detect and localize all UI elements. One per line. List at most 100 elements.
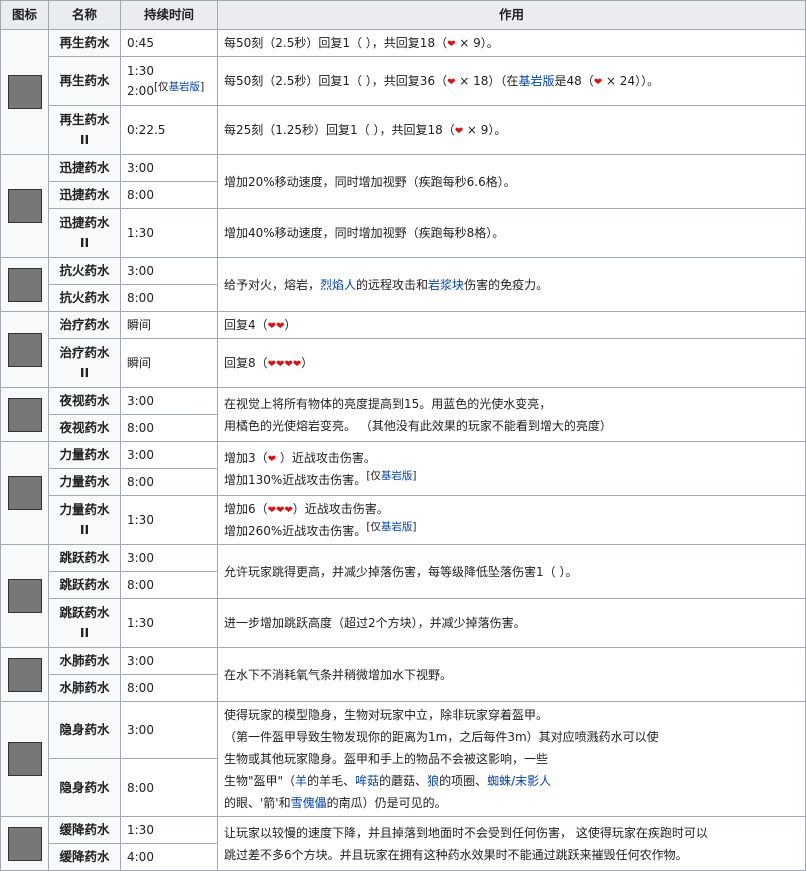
mooshroom-link[interactable]: 哞菇 [355, 774, 379, 788]
leap-effect-2: 进一步增加跳跃高度（超过2个方块），并减少掉落伤害。 [217, 598, 806, 648]
heal-name-2: 治疗药水II [48, 338, 121, 388]
healing-potion-icon [7, 332, 42, 367]
regen-duration-2: 1:30 2:00[仅基岩版] [120, 56, 218, 106]
heart-icon: ❤ [454, 126, 464, 137]
strength-name-2: 力量药水 [48, 468, 121, 496]
heal-duration-2: 瞬间 [120, 338, 218, 388]
invis-duration-1: 3:00 [120, 701, 218, 759]
swiftness-potion-icon [7, 189, 42, 223]
fire-duration-2: 8:00 [120, 284, 218, 312]
strength-potion-icon [7, 476, 42, 510]
heal-effect-1: 回复4（❤❤） [217, 311, 806, 339]
spider-enderman-link[interactable]: 蜘蛛/末影人 [487, 774, 551, 788]
swift-name-3: 迅捷药水II [48, 208, 121, 258]
magma-block-link[interactable]: 岩浆块 [428, 278, 464, 292]
swift-name-2: 迅捷药水 [48, 181, 121, 209]
strength-effect-1: 增加3（❤ ）近战攻击伤害。 增加130%近战攻击伤害。[仅基岩版] [217, 441, 806, 496]
invis-name-2: 隐身药水 [48, 758, 121, 817]
header-effect: 作用 [217, 0, 806, 30]
bedrock-only-tag: [仅基岩版] [366, 469, 417, 482]
invisibility-potion-icon [7, 742, 42, 776]
water-duration-2: 8:00 [120, 674, 218, 702]
leap-duration-2: 8:00 [120, 571, 218, 599]
regen-effect-3: 每25刻（1.25秒）回复1（ ），共回复18（❤ × 9）。 [217, 105, 806, 155]
slow-name-1: 缓降药水 [48, 816, 121, 844]
swift-name-1: 迅捷药水 [48, 154, 121, 182]
leap-effect-1: 允许玩家跳得更高，并减少掉落伤害，每等级降低坠落伤害1（ ）。 [217, 544, 806, 599]
fire-effect: 给予对火，熔岩，烈焰人的远程攻击和岩浆块伤害的免疫力。 [217, 257, 806, 312]
bedrock-edition-link[interactable]: 基岩版 [518, 74, 554, 88]
header-icon: 图标 [0, 0, 49, 30]
slow-falling-potion-icon [7, 826, 42, 861]
leap-name-2: 跳跃药水 [48, 571, 121, 599]
leap-duration-1: 3:00 [120, 544, 218, 572]
night-vision-icon-cell [0, 387, 49, 442]
leaping-potion-icon [7, 579, 42, 613]
swift-duration-1: 3:00 [120, 154, 218, 182]
strength-name-3: 力量药水II [48, 495, 121, 545]
heart-icon: ❤ [593, 77, 603, 88]
blaze-link[interactable]: 烈焰人 [320, 278, 356, 292]
night-name-1: 夜视药水 [48, 387, 121, 415]
slow-duration-1: 1:30 [120, 816, 218, 844]
strength-duration-1: 3:00 [120, 441, 218, 469]
regen-effect-2: 每50刻（2.5秒）回复1（ ），共回复36（❤ × 18）（在基岩版是48（❤… [217, 56, 806, 106]
night-duration-2: 8:00 [120, 414, 218, 442]
slow-name-2: 缓降药水 [48, 843, 121, 871]
swift-effect-1: 增加20%移动速度，同时增加视野（疾跑每秒6.6格）。 [217, 154, 806, 209]
leaping-icon-cell [0, 544, 49, 648]
leap-name-1: 跳跃药水 [48, 544, 121, 572]
water-duration-1: 3:00 [120, 647, 218, 675]
water-name-2: 水肺药水 [48, 674, 121, 702]
bedrock-only-tag: [仅基岩版] [153, 81, 205, 93]
water-effect: 在水下不消耗氧气条并稍微增加水下视野。 [217, 647, 806, 702]
slow-falling-icon-cell [0, 816, 49, 871]
strength-effect-2: 增加6（❤❤❤）近战攻击伤害。 增加260%近战攻击伤害。[仅基岩版] [217, 495, 806, 545]
snow-golem-link[interactable]: 雪傀儡 [291, 796, 327, 810]
heart-icon: ❤ [267, 453, 277, 465]
leap-name-3: 跳跃药水II [48, 598, 121, 648]
bedrock-only-tag: [仅基岩版] [366, 521, 417, 533]
slow-effect: 让玩家以较慢的速度下降，并且掉落到地面时不会受到任何伤害， 这使得玩家在疾跑时可… [217, 816, 806, 871]
strength-name-1: 力量药水 [48, 441, 121, 469]
hearts-icon: ❤❤❤ [267, 505, 293, 516]
night-effect: 在视觉上将所有物体的亮度提高到15。用蓝色的光使水变亮， 用橘色的光使熔岩变亮。 … [217, 387, 806, 442]
bedrock-edition-link[interactable]: 基岩版 [381, 521, 413, 533]
wolf-link[interactable]: 狼 [427, 774, 439, 788]
regen-duration-3: 0:22.5 [120, 105, 218, 155]
potion-table: 图标 名称 持续时间 作用 再生药水 0:45 每50刻（2.5秒）回复1（ ）… [0, 0, 806, 871]
header-name: 名称 [48, 0, 121, 30]
night-duration-1: 3:00 [120, 387, 218, 415]
fire-resistance-potion-icon [7, 267, 42, 302]
regen-name-3: 再生药水II [48, 105, 121, 155]
water-breathing-icon-cell [0, 647, 49, 702]
hearts-icon: ❤❤❤❤ [267, 359, 302, 370]
swift-duration-3: 1:30 [120, 208, 218, 258]
regeneration-potion-icon [7, 75, 42, 109]
hearts-icon: ❤❤ [267, 321, 285, 332]
swiftness-icon-cell [0, 154, 49, 258]
healing-icon-cell [0, 311, 49, 388]
bedrock-edition-link[interactable]: 基岩版 [169, 81, 201, 93]
slow-duration-2: 4:00 [120, 843, 218, 871]
night-vision-potion-icon [7, 397, 42, 432]
regen-effect-1: 每50刻（2.5秒）回复1（ ），共回复18（❤ × 9）。 [217, 29, 806, 57]
header-duration: 持续时间 [120, 0, 218, 30]
fire-name-1: 抗火药水 [48, 257, 121, 285]
regen-duration-1: 0:45 [120, 29, 218, 57]
water-name-1: 水肺药水 [48, 647, 121, 675]
invis-effect: 使得玩家的模型隐身，生物对玩家中立，除非玩家穿着盔甲。 （第一件盔甲导致生物发现… [217, 701, 806, 817]
swift-duration-2: 8:00 [120, 181, 218, 209]
regeneration-icon-cell [0, 29, 49, 155]
sheep-link[interactable]: 羊 [295, 774, 307, 788]
fire-resistance-icon-cell [0, 257, 49, 312]
invis-duration-2: 8:00 [120, 758, 218, 817]
swift-effect-2: 增加40%移动速度，同时增加视野（疾跑每秒8格）。 [217, 208, 806, 258]
fire-duration-1: 3:00 [120, 257, 218, 285]
heal-duration-1: 瞬间 [120, 311, 218, 339]
water-breathing-potion-icon [7, 657, 42, 692]
leap-duration-3: 1:30 [120, 598, 218, 648]
strength-icon-cell [0, 441, 49, 545]
bedrock-edition-link[interactable]: 基岩版 [381, 470, 413, 482]
fire-name-2: 抗火药水 [48, 284, 121, 312]
